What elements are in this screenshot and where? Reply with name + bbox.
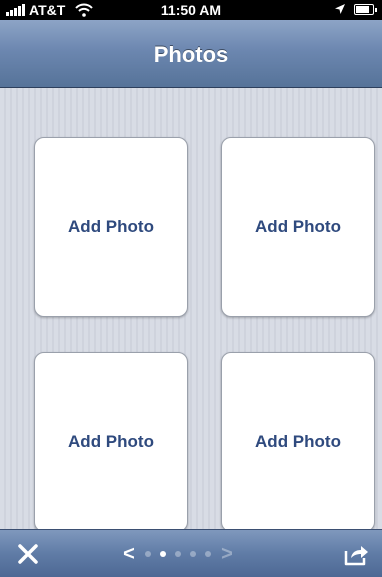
page-dot[interactable] — [160, 551, 166, 557]
page-dots — [145, 551, 211, 557]
next-page-button[interactable]: > — [220, 543, 234, 566]
close-icon[interactable] — [14, 540, 42, 568]
bottom-toolbar: < > — [0, 529, 382, 577]
add-photo-tile[interactable]: Add Photo — [34, 352, 188, 529]
add-photo-label: Add Photo — [255, 217, 341, 236]
page-dot[interactable] — [190, 551, 196, 557]
add-photo-tile[interactable]: Add Photo — [221, 137, 375, 317]
battery-fill — [356, 5, 369, 13]
status-time: 11:50 AM — [160, 2, 222, 18]
photo-grid: Add Photo Add Photo Add Photo Add Photo — [0, 88, 382, 529]
share-icon[interactable] — [342, 541, 370, 567]
page-control: < > — [122, 542, 272, 566]
add-photo-tile[interactable]: Add Photo — [221, 352, 375, 529]
page-dot[interactable] — [145, 551, 151, 557]
location-arrow-icon — [335, 4, 345, 14]
status-bar: AT&T 11:50 AM — [0, 0, 382, 20]
page-title: Photos — [153, 42, 229, 67]
page-dot[interactable] — [175, 551, 181, 557]
navigation-bar: Photos — [0, 20, 382, 88]
battery-icon — [354, 3, 377, 15]
add-photo-tile[interactable]: Add Photo — [34, 137, 188, 317]
add-photo-label: Add Photo — [68, 217, 154, 236]
status-right — [334, 3, 377, 15]
page-dot[interactable] — [205, 551, 211, 557]
previous-page-button[interactable]: < — [122, 543, 136, 566]
add-photo-label: Add Photo — [68, 432, 154, 451]
add-photo-label: Add Photo — [255, 432, 341, 451]
